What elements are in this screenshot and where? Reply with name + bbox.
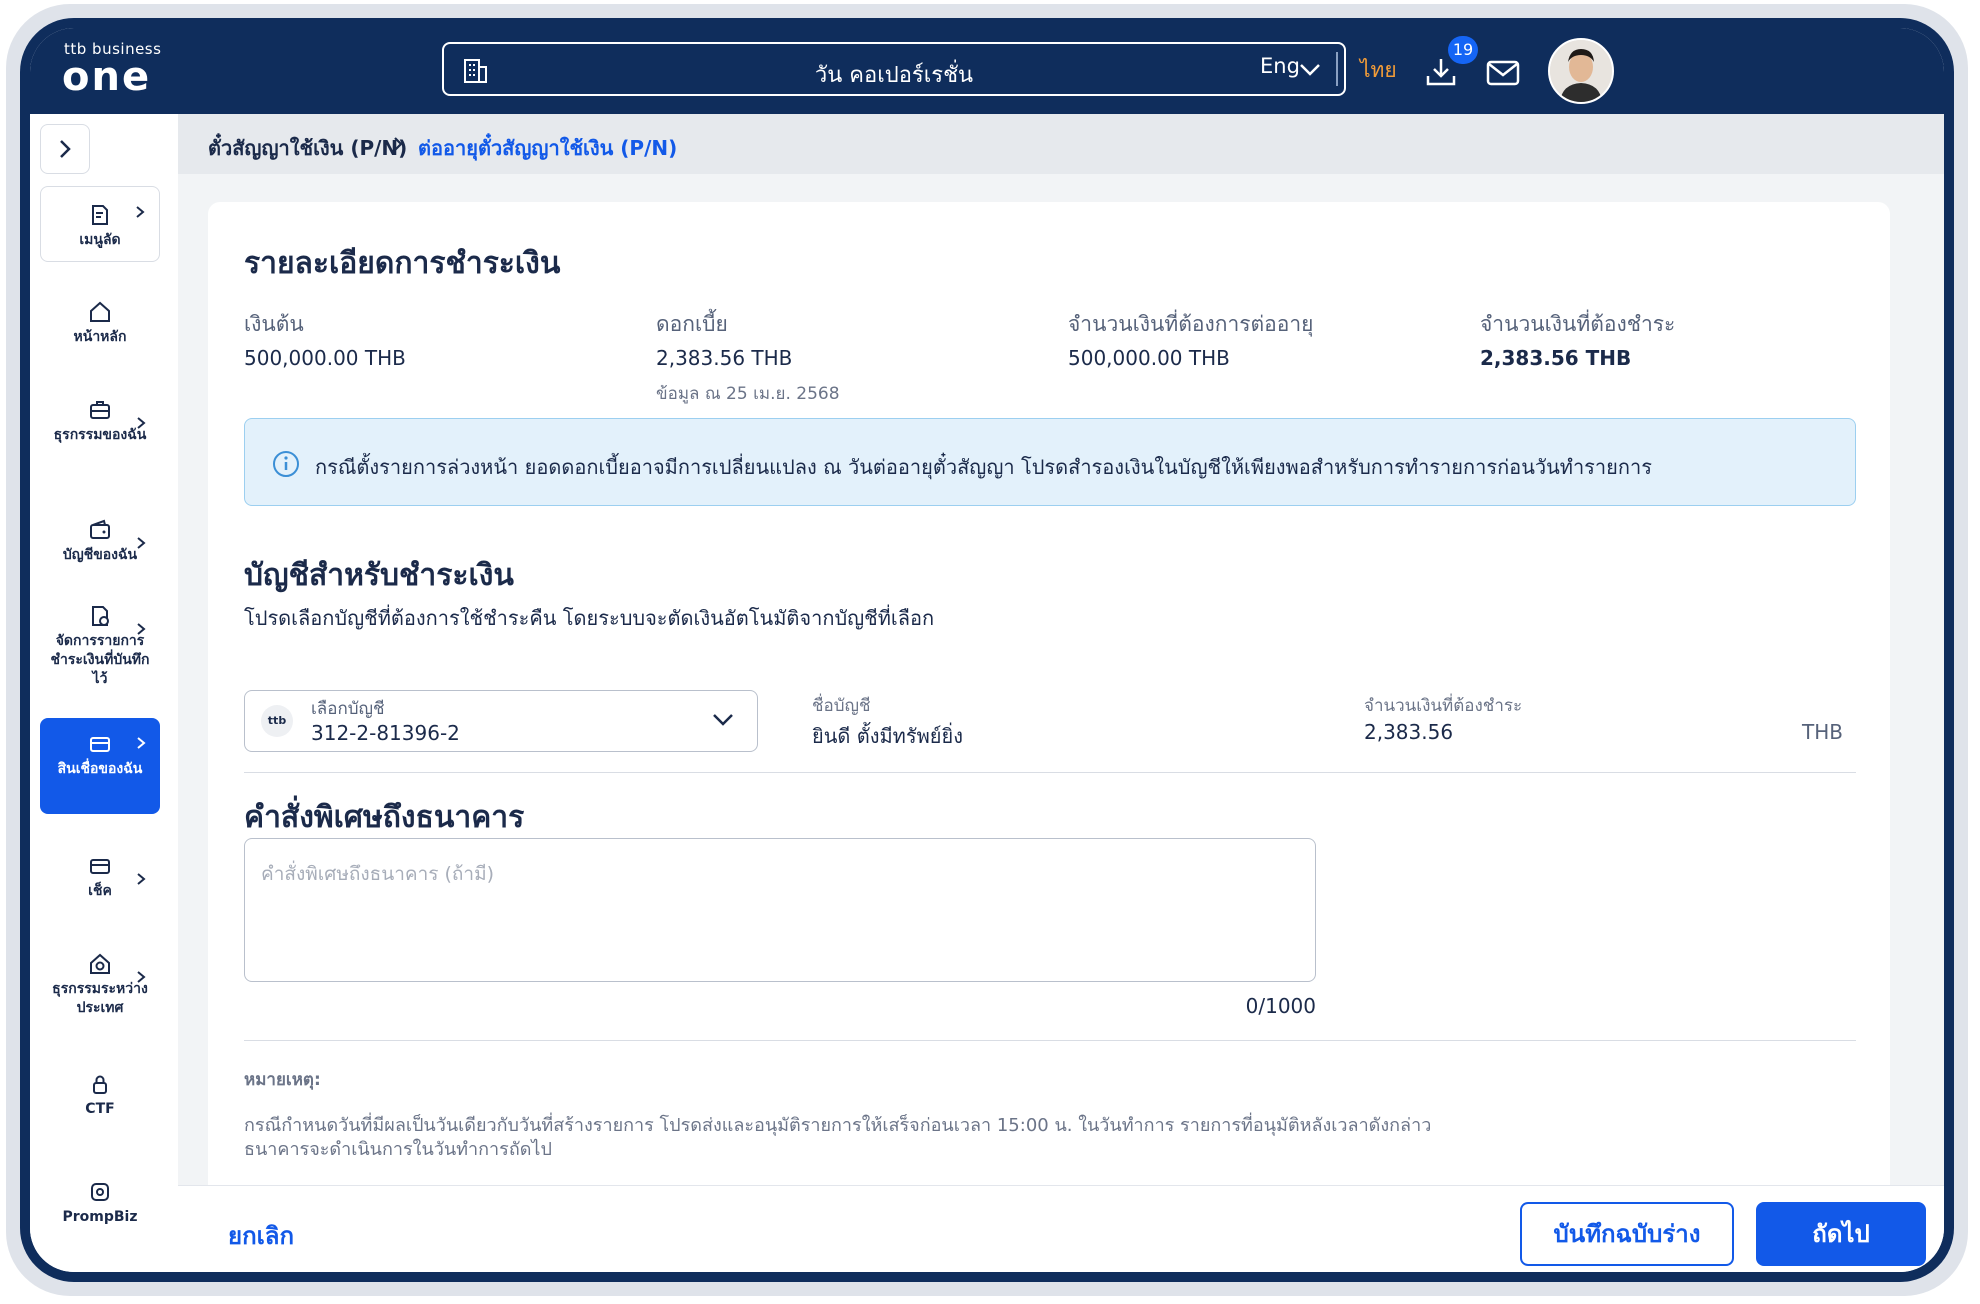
- international-icon: [90, 953, 110, 974]
- chevron-right-icon: [137, 623, 146, 635]
- section-divider: [244, 1040, 1856, 1041]
- account-amount: 2,383.56: [1364, 720, 1454, 744]
- payment-account-title: บัญชีสำหรับชำระเงิน: [244, 558, 514, 593]
- account-amount-label: จำนวนเงินที่ต้องชำระ: [1364, 696, 1523, 716]
- next-button[interactable]: ถัดไป: [1756, 1202, 1926, 1266]
- sidebar-item-my-transactions[interactable]: ธุรกรรมของฉัน: [40, 398, 160, 478]
- renew-amount-label: จำนวนเงินที่ต้องการต่ออายุ: [1068, 312, 1314, 336]
- chevron-down-icon: [1300, 64, 1320, 76]
- section-divider: [244, 772, 1856, 773]
- sidebar-item-label: ธุรกรรมระหว่างประเทศ: [52, 981, 148, 1016]
- sidebar-item-cheque[interactable]: เช็ค: [40, 854, 160, 914]
- action-footer: ยกเลิก บันทึกฉบับร่าง ถัดไป: [178, 1185, 1944, 1272]
- account-currency: THB: [1802, 720, 1843, 744]
- briefcase-icon: [90, 401, 110, 419]
- chevron-down-icon: [713, 714, 733, 726]
- sidebar-item-my-loans[interactable]: สินเชื่อของฉัน: [40, 718, 160, 814]
- sidebar-item-home[interactable]: หน้าหลัก: [40, 300, 160, 360]
- account-number: 312-2-81396-2: [311, 721, 460, 745]
- renew-amount-value: 500,000.00 THB: [1068, 346, 1230, 370]
- renewal-card: รายละเอียดการชำระเงิน เงินต้น 500,000.00…: [208, 202, 1890, 1202]
- company-selector[interactable]: วัน คอเปอร์เรชั่น: [442, 42, 1346, 96]
- sidebar: เมนูลัด หน้าหลัก ธุรกรรมของฉัน บัญชีของฉ…: [30, 114, 179, 1272]
- breadcrumb-parent[interactable]: ตั๋วสัญญาใช้เงิน (P/N): [208, 132, 407, 164]
- sidebar-item-international[interactable]: ธุรกรรมระหว่างประเทศ: [40, 952, 160, 1032]
- sidebar-item-saved-payments[interactable]: จัดการรายการชำระเงินที่บันทึกไว้: [40, 604, 160, 700]
- chevron-right-icon: [137, 417, 146, 429]
- cancel-button[interactable]: ยกเลิก: [228, 1216, 294, 1255]
- info-banner: กรณีตั้งรายการล่วงหน้า ยอดดอกเบี้ยอาจมีก…: [244, 418, 1856, 506]
- cheque-icon: [90, 859, 110, 874]
- breadcrumb: ตั๋วสัญญาใช้เงิน (P/N) ต่ออายุตั๋วสัญญาใ…: [178, 114, 1944, 174]
- interest-as-of-note: ข้อมูล ณ 25 เม.ย. 2568: [656, 384, 840, 404]
- download-count-badge: 19: [1448, 36, 1478, 64]
- loan-card-icon: [90, 737, 110, 752]
- info-icon: [273, 451, 299, 477]
- remark-line-2: ธนาคารจะดำเนินการในวันทำการถัดไป: [244, 1139, 552, 1160]
- mail-icon[interactable]: [1486, 60, 1520, 86]
- chevron-right-icon: [136, 206, 145, 218]
- lang-divider: [1336, 52, 1338, 86]
- sidebar-item-label: PrompBiz: [62, 1209, 138, 1225]
- account-select[interactable]: ttb เลือกบัญชี 312-2-81396-2: [244, 690, 758, 752]
- sidebar-item-label: จัดการรายการชำระเงินที่บันทึกไว้: [50, 633, 150, 687]
- lang-english[interactable]: Eng: [1260, 54, 1300, 78]
- character-counter: 0/1000: [1245, 994, 1316, 1018]
- app-logo[interactable]: ttb business one: [62, 40, 161, 100]
- top-header: ttb business one วัน คอเปอร์เรชั่น Eng ไ…: [30, 28, 1944, 114]
- breadcrumb-current: ต่ออายุตั๋วสัญญาใช้เงิน (P/N): [418, 136, 678, 160]
- sidebar-item-label: หน้าหลัก: [73, 329, 127, 345]
- sidebar-expand-button[interactable]: [40, 124, 90, 174]
- chevron-right-icon: [394, 137, 403, 151]
- main-content: รายละเอียดการชำระเงิน เงินต้น 500,000.00…: [178, 174, 1944, 1202]
- app-screen: ttb business one วัน คอเปอร์เรชั่น Eng ไ…: [30, 28, 1944, 1272]
- pay-amount-value: 2,383.56 THB: [1480, 346, 1632, 370]
- sidebar-item-label: CTF: [85, 1101, 115, 1117]
- lang-thai[interactable]: ไทย: [1360, 54, 1397, 87]
- principal-label: เงินต้น: [244, 312, 304, 336]
- interest-value: 2,383.56 THB: [656, 346, 793, 370]
- logo-big-text: one: [62, 54, 152, 100]
- payment-account-subtitle: โปรดเลือกบัญชีที่ต้องการใช้ชำระคืน โดยระ…: [244, 606, 935, 630]
- principal-value: 500,000.00 THB: [244, 346, 406, 370]
- special-instruction-placeholder: คำสั่งพิเศษถึงธนาคาร (ถ้ามี): [261, 863, 495, 885]
- sidebar-item-prompbiz[interactable]: PrompBiz: [40, 1180, 160, 1236]
- home-icon: [90, 301, 110, 322]
- info-banner-text: กรณีตั้งรายการล่วงหน้า ยอดดอกเบี้ยอาจมีก…: [315, 455, 1652, 479]
- chevron-right-icon: [137, 873, 146, 885]
- remark-label: หมายเหตุ:: [244, 1070, 321, 1090]
- payment-details-title: รายละเอียดการชำระเงิน: [244, 246, 561, 281]
- device-bezel: ttb business one วัน คอเปอร์เรชั่น Eng ไ…: [20, 18, 1954, 1282]
- prompbiz-icon: [91, 1183, 109, 1201]
- account-name: ยินดี ตั้งมีทรัพย์ยิ่ง: [812, 724, 963, 748]
- sidebar-item-my-accounts[interactable]: บัญชีของฉัน: [40, 518, 160, 578]
- sidebar-item-label: สินเชื่อของฉัน: [57, 761, 143, 777]
- chevron-right-icon: [137, 737, 146, 749]
- bank-logo: ttb: [261, 705, 293, 737]
- special-instruction-title: คำสั่งพิเศษถึงธนาคาร: [244, 800, 525, 835]
- chevron-right-icon: [60, 140, 71, 158]
- document-icon: [92, 205, 108, 225]
- interest-label: ดอกเบี้ย: [656, 312, 728, 336]
- chevron-right-icon: [137, 971, 146, 983]
- saved-payment-icon: [92, 606, 109, 626]
- pay-amount-label: จำนวนเงินที่ต้องชำระ: [1480, 312, 1676, 336]
- wallet-icon: [90, 519, 110, 539]
- sidebar-item-label: เมนูลัด: [79, 232, 121, 248]
- save-draft-button[interactable]: บันทึกฉบับร่าง: [1520, 1202, 1734, 1266]
- device-frame: ttb business one วัน คอเปอร์เรชั่น Eng ไ…: [6, 4, 1968, 1296]
- chevron-right-icon: [137, 537, 146, 549]
- account-select-label: เลือกบัญชี: [311, 699, 385, 719]
- avatar-portrait-icon: [1550, 40, 1612, 102]
- company-name: วัน คอเปอร์เรชั่น: [814, 63, 974, 88]
- sidebar-item-ctf[interactable]: CTF: [40, 1072, 160, 1128]
- user-avatar[interactable]: [1548, 38, 1614, 104]
- sidebar-item-shortcut[interactable]: เมนูลัด: [40, 186, 160, 262]
- special-instruction-textarea[interactable]: คำสั่งพิเศษถึงธนาคาร (ถ้ามี): [244, 838, 1316, 982]
- account-name-label: ชื่อบัญชี: [812, 696, 871, 716]
- lock-icon: [93, 1075, 107, 1094]
